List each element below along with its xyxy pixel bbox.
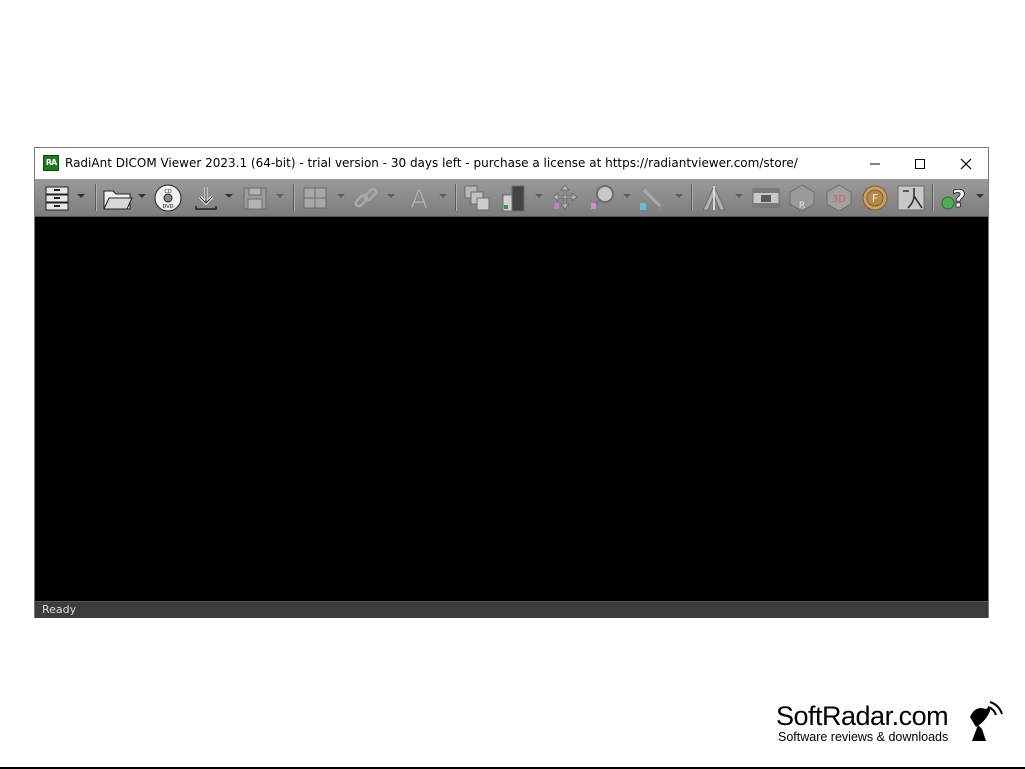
vessel-button[interactable] [896, 182, 926, 213]
cd-dvd-icon: CD DVD [154, 184, 182, 211]
window-title: RadiAnt DICOM Viewer 2023.1 (64-bit) - t… [65, 156, 798, 170]
text-annotation-button[interactable]: A [405, 182, 433, 213]
measure-button[interactable] [637, 182, 667, 213]
svg-text:CD: CD [164, 189, 171, 195]
pan-button[interactable] [550, 182, 580, 213]
link-button[interactable] [351, 182, 381, 213]
svg-text:DVD: DVD [162, 204, 173, 210]
status-bar: Ready [35, 601, 988, 618]
database-button[interactable] [43, 182, 71, 213]
cine-film-icon [752, 188, 780, 207]
mpr-icon: R [789, 183, 815, 212]
text-dropdown-arrow[interactable] [439, 194, 447, 198]
zoom-icon [590, 184, 614, 209]
minimize-button[interactable] [852, 148, 898, 179]
save-dropdown-arrow[interactable] [276, 194, 284, 198]
window-level-dropdown-arrow[interactable] [535, 194, 543, 198]
window-level-icon [502, 185, 525, 211]
maximize-icon [915, 158, 925, 169]
title-bar[interactable]: RA RadiAnt DICOM Viewer 2023.1 (64-bit) … [35, 148, 988, 179]
open-folder-icon [103, 190, 133, 209]
help-icon: ? [941, 184, 966, 213]
svg-text:R: R [799, 201, 805, 211]
close-icon [960, 158, 972, 169]
layout-grid-icon [303, 187, 327, 208]
maximize-button[interactable] [897, 148, 943, 179]
toolbar-separator [293, 184, 295, 211]
measure-dropdown-arrow[interactable] [675, 194, 683, 198]
fusion-icon: F [862, 185, 888, 210]
help-dropdown-arrow[interactable] [976, 194, 984, 198]
database-dropdown-arrow[interactable] [77, 194, 85, 198]
vessel-icon [897, 185, 925, 210]
toolbar-separator [691, 184, 693, 211]
pan-icon [552, 183, 578, 210]
reference-lines-button[interactable] [699, 182, 729, 213]
app-window: RA RadiAnt DICOM Viewer 2023.1 (64-bit) … [34, 147, 989, 618]
svg-text:3D: 3D [832, 194, 846, 205]
watermark-name: SoftRadar.com [776, 701, 949, 731]
status-text: Ready [42, 603, 77, 616]
save-icon [243, 187, 267, 209]
toolbar-separator [932, 184, 934, 211]
text-annotation-icon: A [410, 184, 429, 212]
app-logo-icon: RA [43, 155, 59, 171]
layout-dropdown-arrow[interactable] [337, 194, 345, 198]
minimize-icon [870, 163, 880, 164]
3d-icon: 3D [826, 183, 852, 212]
toolbar-separator [455, 184, 457, 211]
cine-button[interactable] [751, 182, 781, 213]
window-level-button[interactable] [500, 182, 528, 213]
zoom-button[interactable] [588, 182, 618, 213]
open-button[interactable] [102, 182, 134, 213]
watermark-tagline: Software reviews & downloads [778, 730, 949, 744]
mpr-button[interactable]: R [787, 182, 817, 213]
download-button[interactable] [192, 182, 220, 213]
series-button[interactable] [463, 182, 493, 213]
open-dropdown-arrow[interactable] [138, 194, 146, 198]
zoom-dropdown-arrow[interactable] [623, 194, 631, 198]
help-button[interactable]: ? [939, 182, 971, 213]
link-icon [354, 187, 378, 207]
image-viewport[interactable] [35, 217, 988, 601]
toolbar-separator [95, 184, 97, 211]
softradar-watermark: SoftRadar.com Software reviews & downloa… [776, 701, 1016, 751]
3d-button[interactable]: 3D [824, 182, 854, 213]
measure-icon [639, 184, 665, 211]
save-button[interactable] [241, 182, 269, 213]
download-icon [195, 186, 217, 210]
database-icon [45, 186, 69, 210]
cd-dvd-button[interactable]: CD DVD [153, 182, 183, 213]
svg-text:F: F [872, 192, 878, 205]
download-dropdown-arrow[interactable] [225, 194, 233, 198]
main-toolbar: CD DVD A R 3D F ? [35, 179, 988, 217]
series-stack-icon [464, 185, 490, 210]
svg-text:A: A [410, 185, 428, 212]
layout-button[interactable] [301, 182, 329, 213]
close-button[interactable] [943, 148, 989, 179]
satellite-dish-icon [970, 701, 1003, 741]
svg-text:?: ? [952, 185, 966, 213]
reference-lines-dropdown-arrow[interactable] [735, 194, 743, 198]
link-dropdown-arrow[interactable] [387, 194, 395, 198]
fusion-button[interactable]: F [860, 182, 890, 213]
reference-lines-icon [702, 184, 726, 210]
